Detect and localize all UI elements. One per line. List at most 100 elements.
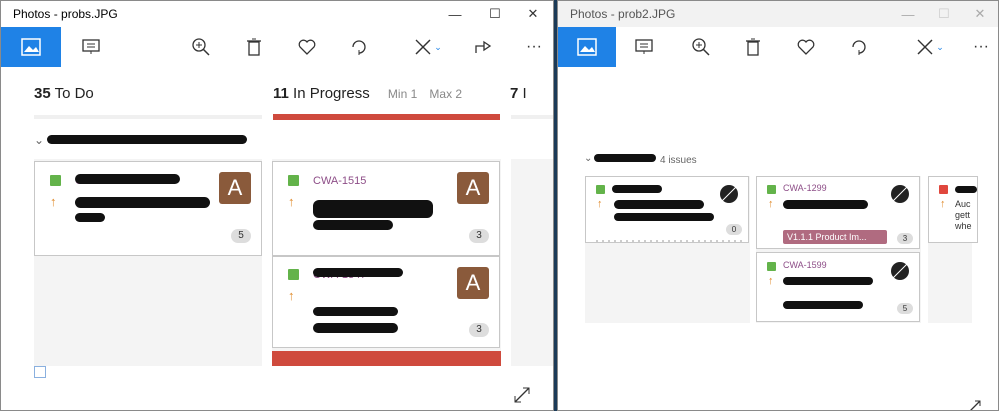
avatar[interactable] [889,183,911,205]
redaction-mark [594,154,656,162]
issue-card[interactable]: ↑ CWA-1299 V1.1.1 Product Im... 3 [756,176,920,249]
avatar-image [720,185,738,203]
zoom-in-icon [192,38,210,56]
column-header-todo: 35 To Do [34,85,94,102]
view-photo-button[interactable] [1,27,61,67]
share-button[interactable] [465,27,501,67]
issue-card[interactable]: ↑ CWA-1014 A 5 [34,161,262,256]
view-photo-button[interactable] [558,27,616,67]
issue-card[interactable]: ↑ 0 [585,176,749,243]
story-points-badge: 5 [231,229,251,243]
priority-icon: ↑ [597,198,603,210]
delete-button[interactable] [236,27,272,67]
story-icon [50,175,61,186]
checkbox[interactable] [34,366,46,378]
redaction-mark [614,213,714,221]
minimize-button[interactable]: — [433,1,477,27]
chevron-down-icon: ⌄ [434,41,442,52]
heart-icon [298,39,316,55]
heart-icon [797,39,815,55]
column-name: I [522,85,527,102]
avatar[interactable]: A [457,267,489,299]
issue-summary: Auc gett whe [955,199,972,231]
avatar[interactable] [718,183,740,205]
favorite-button[interactable] [289,27,325,67]
photos-toolbar: ⌄ ··· [558,27,998,67]
zoom-button[interactable] [183,27,219,67]
issue-card[interactable]: ↑ CWA-1515 A 3 [272,161,500,256]
edit-button[interactable]: ⌄ [908,27,952,67]
story-icon [596,185,605,194]
limit-exceeded-bar [272,351,501,366]
fullscreen-button[interactable] [513,386,531,409]
chevron-down-icon: ⌄ [936,41,944,52]
story-icon [767,262,776,271]
avatar[interactable]: A [219,172,251,204]
bug-icon [939,185,948,194]
delete-button[interactable] [735,27,771,67]
close-button[interactable]: ✕ [958,1,998,27]
favorite-button[interactable] [788,27,824,67]
image-icon [577,38,597,56]
column-count: 35 [34,85,51,102]
rotate-button[interactable] [341,27,377,67]
window-title: Photos - prob2.JPG [570,7,676,21]
fix-version-tag[interactable]: V1.1.1 Product Im... [783,230,887,244]
min-limit: Min 1 [387,87,418,101]
issue-card[interactable]: ↑ CWA-1347 A 3 [272,256,500,348]
priority-icon: ↑ [288,288,295,303]
redaction-mark [75,174,180,184]
column-name: To Do [54,85,94,102]
issue-key[interactable]: CWA-1515 [313,175,366,187]
window-title: Photos - probs.JPG [13,7,118,21]
max-limit: Max 2 [429,87,463,101]
priority-icon: ↑ [768,275,774,287]
priority-icon: ↑ [940,198,946,210]
swimlane-toggle[interactable]: ⌄ [34,133,44,147]
delete-icon [247,38,261,56]
redaction-mark [313,323,398,333]
zoom-button[interactable] [683,27,719,67]
priority-icon: ↑ [50,194,57,209]
redaction-mark [783,301,863,309]
slideshow-icon [82,39,100,54]
issue-card[interactable]: ↑ CWA-1599 5 [756,252,920,322]
redaction-mark [75,197,210,208]
photos-toolbar: ⌄ ··· [1,27,553,67]
avatar[interactable] [889,260,911,282]
story-points-badge: 3 [469,323,489,337]
more-button[interactable]: ··· [963,27,998,67]
swimlane-toggle[interactable]: ⌄ [584,153,592,164]
column-bar [511,115,553,119]
redaction-mark [614,200,704,209]
issue-count: 4 issues [660,155,697,166]
redaction-mark [783,277,873,285]
edit-button[interactable]: ⌄ [406,27,450,67]
avatar[interactable]: A [457,172,489,204]
issue-card[interactable]: ↑ Auc gett whe [928,176,978,243]
slideshow-button[interactable] [73,27,109,67]
title-bar[interactable]: Photos - prob2.JPG — ☐ ✕ [558,1,998,27]
rotate-button[interactable] [841,27,877,67]
chevron-down-icon: ⌄ [584,153,593,164]
title-bar[interactable]: Photos - probs.JPG — ☐ ✕ [1,1,553,27]
story-points-badge: 5 [897,303,913,314]
share-icon [475,40,492,53]
issue-key[interactable]: CWA-1299 [783,183,827,193]
avatar-image [891,262,909,280]
issue-key[interactable]: CWA-1599 [783,260,827,270]
rotate-icon [352,40,366,55]
priority-icon: ↑ [768,198,774,210]
story-points-badge: 3 [897,233,913,244]
more-button[interactable]: ··· [516,27,552,67]
avatar-image [891,185,909,203]
limit-exceeded-bar [273,114,500,120]
photos-window-1: Photos - probs.JPG — ☐ ✕ ⌄ ··· 35 To Do … [0,0,554,411]
close-button[interactable]: ✕ [511,1,553,27]
fullscreen-button[interactable] [968,399,982,410]
chevron-down-icon: ⌄ [34,133,45,147]
edit-icon [415,39,431,55]
story-points-badge: 0 [726,224,742,235]
slideshow-button[interactable] [626,27,662,67]
image-icon [21,38,41,56]
